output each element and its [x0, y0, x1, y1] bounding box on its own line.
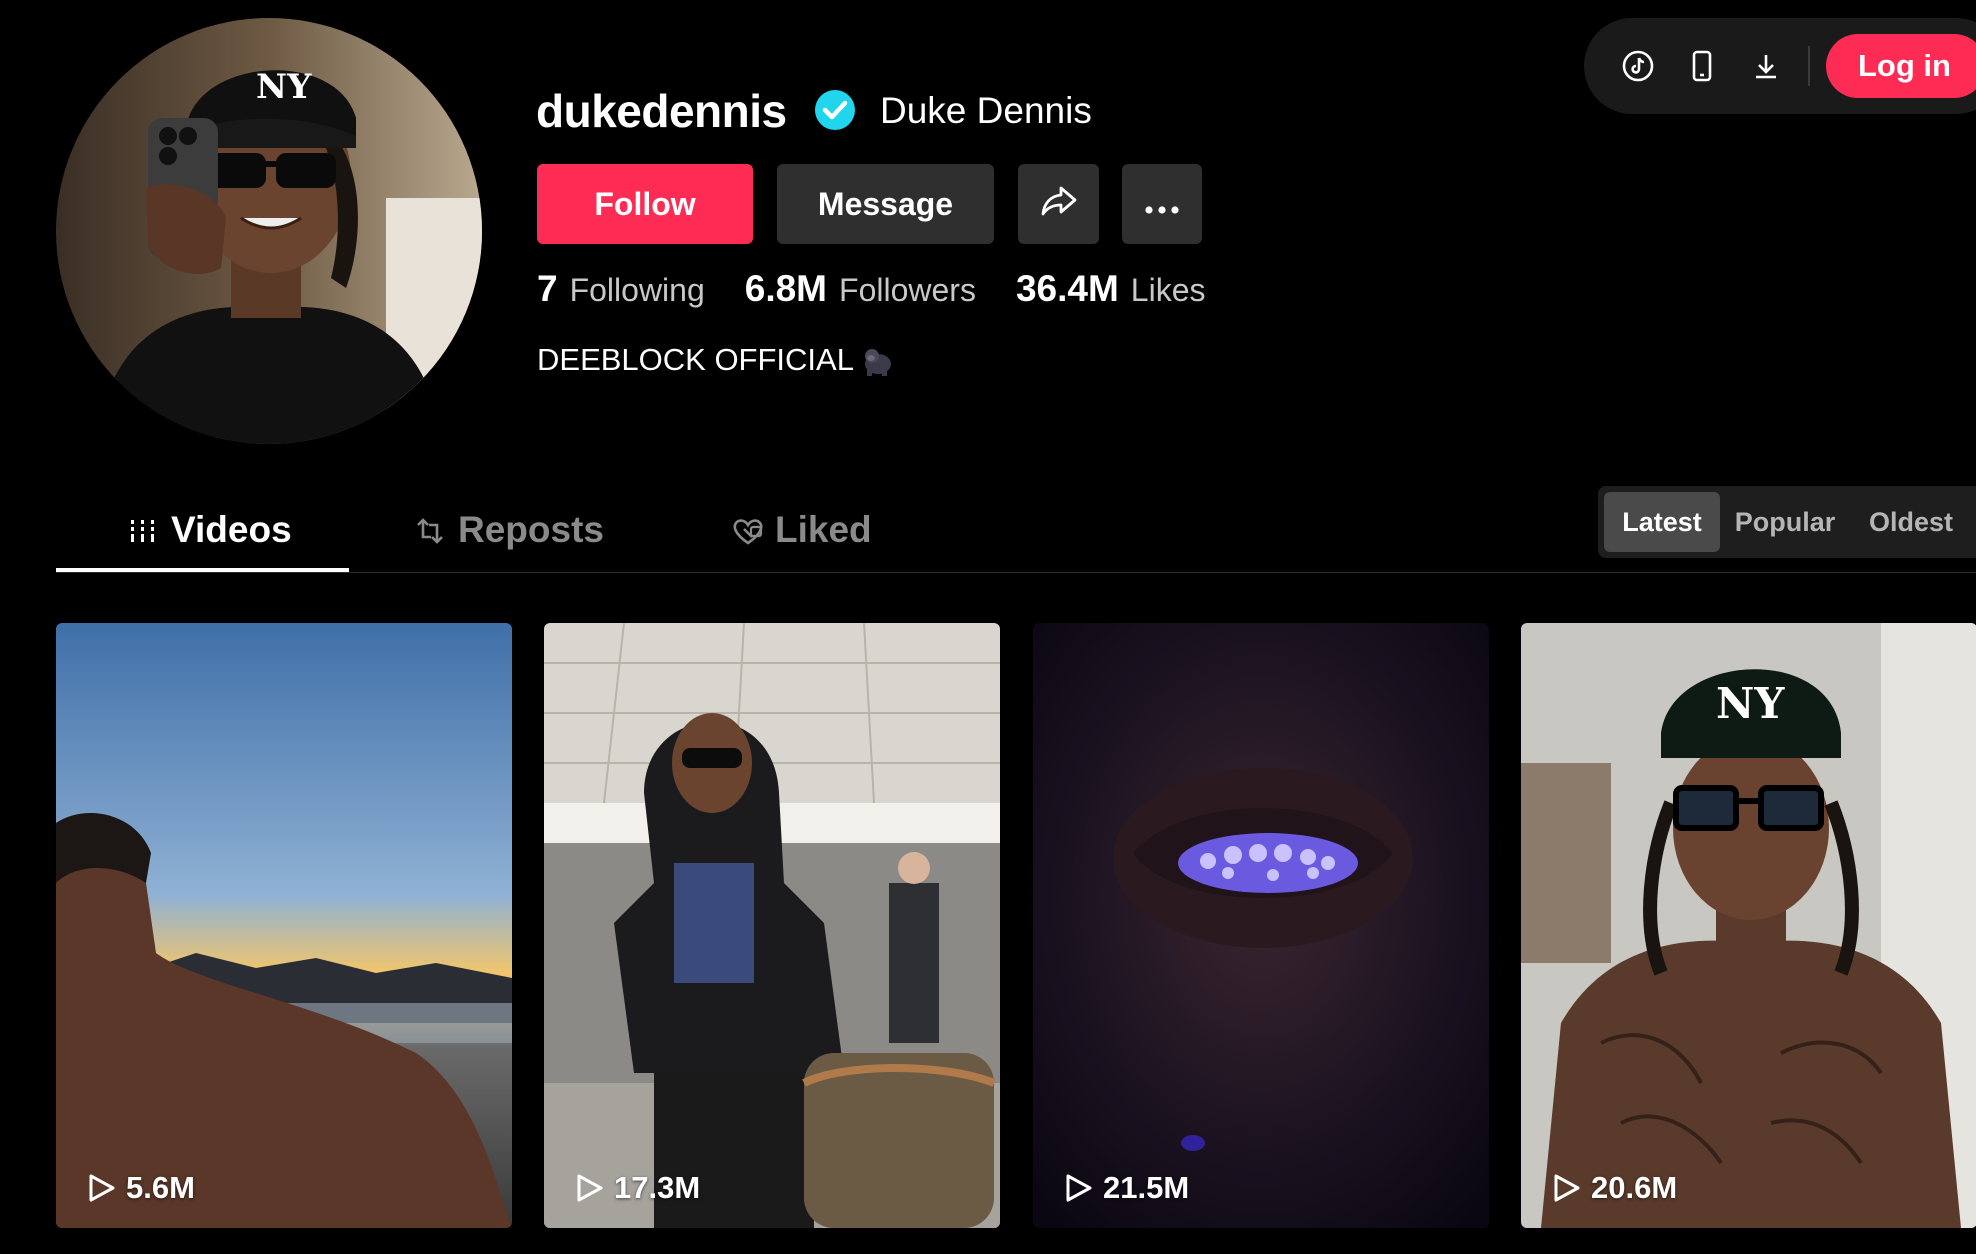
- view-count: 21.5M: [1063, 1170, 1189, 1206]
- video-thumbnail: [1033, 623, 1489, 1228]
- tab-reposts-label: Reposts: [458, 509, 604, 550]
- following-label[interactable]: Following: [570, 272, 705, 309]
- video-thumbnail: [544, 623, 1000, 1228]
- svg-text:NY: NY: [256, 67, 312, 107]
- video-card[interactable]: 5.6M: [56, 623, 512, 1228]
- followers-label[interactable]: Followers: [839, 272, 976, 309]
- heart-icon: [731, 514, 763, 546]
- message-button[interactable]: Message: [777, 164, 994, 244]
- view-count-label: 17.3M: [614, 1170, 701, 1205]
- sort-popular-button[interactable]: Popular: [1724, 492, 1846, 552]
- tab-liked[interactable]: Liked: [731, 500, 872, 560]
- bio-text: DEEBLOCK OFFICIAL: [537, 342, 854, 377]
- sort-control: Latest Popular Oldest: [1598, 486, 1976, 558]
- video-card[interactable]: NY 20.6M: [1521, 623, 1976, 1228]
- repost-icon: [414, 514, 446, 546]
- username: dukedennis: [536, 85, 787, 137]
- video-card[interactable]: 21.5M: [1033, 623, 1489, 1228]
- play-icon: [1554, 1174, 1580, 1202]
- play-icon: [577, 1174, 603, 1202]
- profile-stats: 7 Following 6.8M Followers 36.4M Likes: [537, 268, 1245, 318]
- tiktok-icon[interactable]: [1620, 48, 1656, 84]
- toolbar-divider: [1808, 46, 1810, 86]
- svg-text:NY: NY: [1716, 679, 1785, 728]
- view-count: 5.6M: [86, 1170, 195, 1206]
- mobile-icon[interactable]: [1684, 48, 1720, 84]
- play-icon: [89, 1174, 115, 1202]
- more-options-button[interactable]: [1122, 164, 1202, 244]
- tabs-divider: [56, 572, 1976, 573]
- verified-badge-icon: [814, 89, 856, 131]
- likes-count: 36.4M: [1015, 268, 1119, 309]
- view-count-label: 21.5M: [1103, 1170, 1190, 1205]
- login-button[interactable]: Log in: [1826, 34, 1976, 98]
- video-thumbnail: NY: [1521, 623, 1976, 1228]
- play-icon: [1066, 1174, 1092, 1202]
- follow-button[interactable]: Follow: [537, 164, 753, 244]
- tab-liked-label: Liked: [775, 509, 872, 550]
- gorilla-emoji-icon: [860, 343, 894, 377]
- tab-videos-label: Videos: [171, 509, 292, 550]
- display-name: Duke Dennis: [880, 90, 1092, 131]
- more-icon: [1144, 186, 1180, 223]
- view-count: 17.3M: [574, 1170, 700, 1206]
- top-toolbar: Log in: [1584, 18, 1976, 114]
- view-count-label: 5.6M: [126, 1170, 195, 1205]
- share-icon: [1039, 180, 1079, 228]
- tab-videos[interactable]: Videos: [127, 500, 292, 560]
- following-count[interactable]: 7: [537, 268, 558, 310]
- video-card[interactable]: 17.3M: [544, 623, 1000, 1228]
- share-button[interactable]: [1018, 164, 1099, 244]
- view-count: 20.6M: [1551, 1170, 1677, 1206]
- video-thumbnail: [56, 623, 512, 1228]
- view-count-label: 20.6M: [1591, 1170, 1678, 1205]
- tab-reposts[interactable]: Reposts: [414, 500, 604, 560]
- avatar[interactable]: NY: [56, 18, 482, 444]
- bio: DEEBLOCK OFFICIAL: [537, 342, 894, 378]
- grid-icon: [127, 514, 159, 546]
- followers-count[interactable]: 6.8M: [745, 268, 827, 310]
- sort-latest-button[interactable]: Latest: [1604, 492, 1720, 552]
- likes-label: Likes: [1130, 272, 1206, 308]
- download-icon[interactable]: [1748, 48, 1784, 84]
- sort-oldest-button[interactable]: Oldest: [1850, 492, 1972, 552]
